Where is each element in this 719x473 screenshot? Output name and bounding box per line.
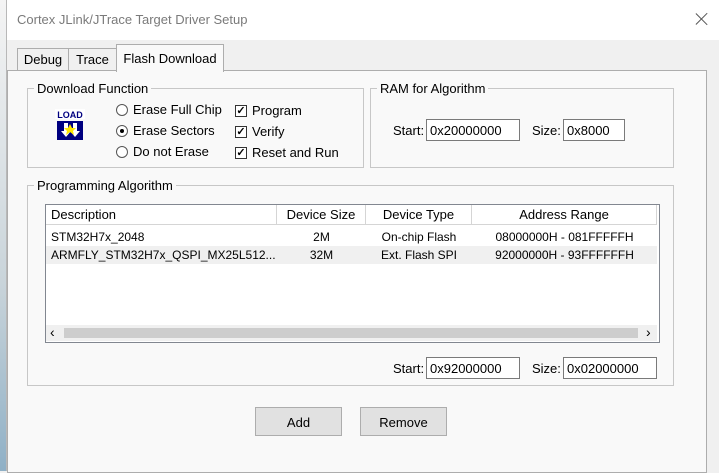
ram-size-input[interactable] bbox=[563, 119, 625, 142]
table-row[interactable]: STM32H7x_2048 2M On-chip Flash 08000000H… bbox=[46, 228, 657, 246]
tab-label: Trace bbox=[76, 52, 109, 67]
algorithm-list[interactable]: Description Device Size Device Type Addr… bbox=[45, 204, 660, 343]
horizontal-scrollbar[interactable]: ‹ › bbox=[46, 324, 657, 341]
group-legend: Download Function bbox=[37, 81, 149, 96]
window-title: Cortex JLink/JTrace Target Driver Setup bbox=[17, 12, 248, 27]
tab-label: Flash Download bbox=[123, 51, 217, 66]
do-not-erase-radio[interactable] bbox=[116, 146, 128, 158]
add-button[interactable]: Add bbox=[255, 407, 342, 436]
title-bar[interactable]: Cortex JLink/JTrace Target Driver Setup bbox=[7, 0, 719, 40]
column-header-description[interactable]: Description bbox=[46, 205, 277, 225]
ram-start-value[interactable] bbox=[430, 120, 519, 142]
algorithm-size-value[interactable] bbox=[567, 358, 656, 380]
column-header-device-type[interactable]: Device Type bbox=[366, 205, 472, 225]
tab-trace[interactable]: Trace bbox=[68, 48, 117, 71]
program-label[interactable]: Program bbox=[252, 103, 302, 118]
algorithm-size-label: Size: bbox=[532, 361, 561, 376]
ram-start-label: Start: bbox=[393, 123, 425, 138]
row-device-size: 32M bbox=[309, 248, 334, 262]
close-icon[interactable] bbox=[695, 12, 709, 26]
row-device-size: 2M bbox=[313, 230, 330, 244]
row-address-range: 92000000H - 93FFFFFFH bbox=[495, 248, 634, 262]
load-icon-text: LOAD bbox=[57, 110, 83, 120]
scroll-left-icon[interactable]: ‹ bbox=[50, 324, 55, 340]
verify-checkbox[interactable]: ✓ bbox=[235, 126, 247, 138]
algorithm-start-label: Start: bbox=[393, 361, 425, 376]
table-row-selected[interactable]: ARMFLY_STM32H7x_QSPI_MX25L512... 32M Ext… bbox=[46, 246, 657, 264]
ram-size-value[interactable] bbox=[567, 120, 624, 142]
dialog-window: Cortex JLink/JTrace Target Driver Setup … bbox=[6, 0, 719, 473]
scrollbar-thumb[interactable] bbox=[64, 328, 638, 338]
row-device-type: Ext. Flash SPI bbox=[380, 248, 458, 262]
erase-sectors-label[interactable]: Erase Sectors bbox=[133, 123, 215, 138]
row-device-type: On-chip Flash bbox=[381, 230, 457, 244]
tab-flash-download[interactable]: Flash Download bbox=[116, 44, 224, 72]
erase-full-chip-label[interactable]: Erase Full Chip bbox=[133, 102, 222, 117]
row-description: STM32H7x_2048 bbox=[51, 230, 145, 244]
column-header-address-range[interactable]: Address Range bbox=[472, 205, 657, 225]
erase-full-chip-radio[interactable] bbox=[116, 104, 128, 116]
do-not-erase-label[interactable]: Do not Erase bbox=[133, 144, 209, 159]
row-address-range: 08000000H - 081FFFFFH bbox=[495, 230, 634, 244]
ram-size-label: Size: bbox=[532, 123, 561, 138]
load-icon: LOAD bbox=[54, 108, 85, 140]
algorithm-size-input[interactable] bbox=[563, 357, 657, 380]
group-legend: Programming Algorithm bbox=[37, 178, 173, 193]
algorithm-start-value[interactable] bbox=[430, 358, 519, 380]
erase-sectors-radio[interactable] bbox=[116, 125, 128, 137]
algorithm-start-input[interactable] bbox=[426, 357, 520, 380]
ram-start-input[interactable] bbox=[426, 119, 520, 142]
remove-button[interactable]: Remove bbox=[360, 407, 447, 436]
program-checkbox[interactable]: ✓ bbox=[235, 105, 247, 117]
tab-label: Debug bbox=[23, 52, 63, 67]
reset-and-run-label[interactable]: Reset and Run bbox=[252, 145, 339, 160]
row-description: ARMFLY_STM32H7x_QSPI_MX25L512... bbox=[51, 248, 276, 262]
scroll-right-icon[interactable]: › bbox=[646, 324, 651, 340]
reset-and-run-checkbox[interactable]: ✓ bbox=[235, 147, 247, 159]
tab-debug[interactable]: Debug bbox=[17, 48, 69, 71]
group-legend: RAM for Algorithm bbox=[380, 81, 486, 96]
verify-label[interactable]: Verify bbox=[252, 124, 285, 139]
column-header-device-size[interactable]: Device Size bbox=[277, 205, 366, 225]
